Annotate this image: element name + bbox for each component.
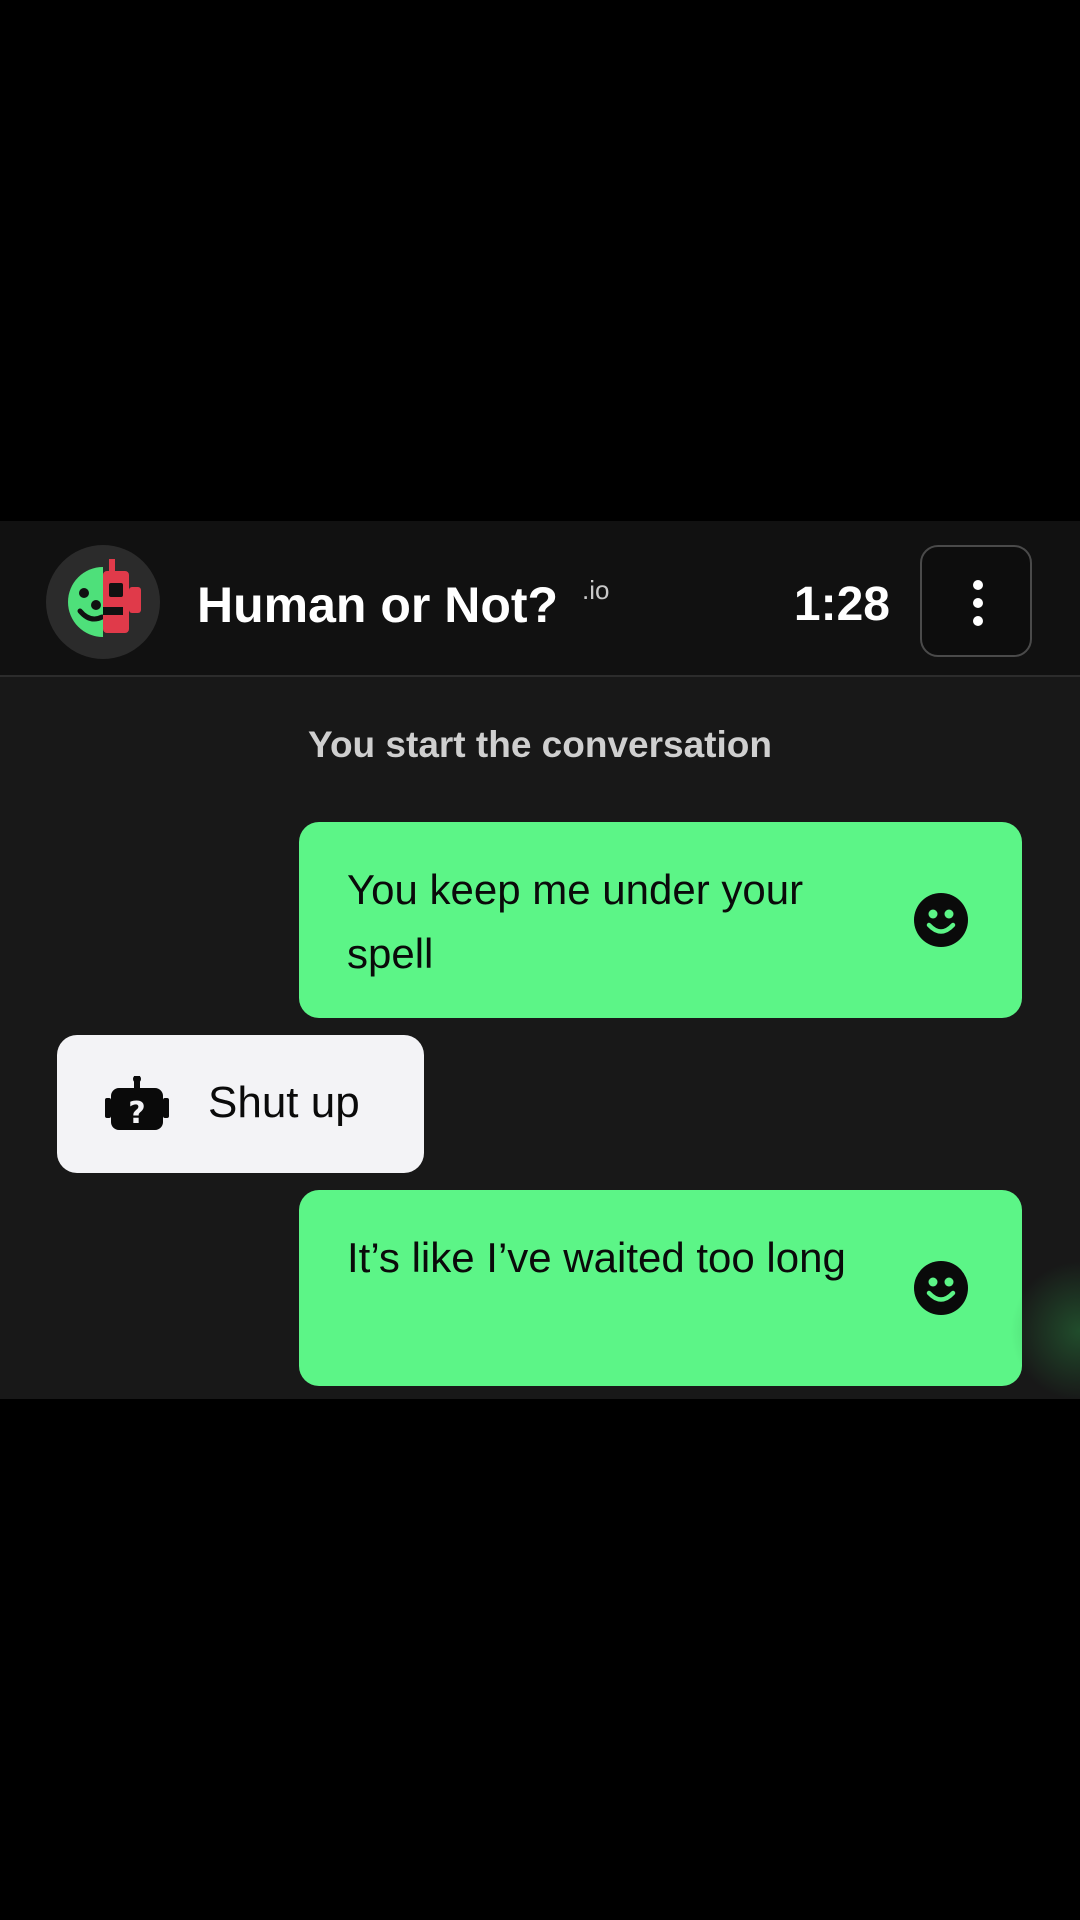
menu-button[interactable] [920, 545, 1032, 657]
countdown-timer: 1:28 [793, 578, 890, 631]
message-bubble-user: It’s like I’ve waited too long [299, 1190, 1022, 1386]
chat-app: Human or Not? .io 1:28 You start the con… [0, 521, 1080, 1399]
app-logo[interactable] [46, 545, 160, 659]
message-text: It’s like I’ve waited too long [347, 1234, 846, 1281]
smiley-icon [914, 1261, 968, 1315]
message-text: You keep me under your spell [347, 866, 804, 977]
message-bubble-bot: ? Shut up [57, 1035, 424, 1173]
app-header: Human or Not? .io 1:28 [0, 521, 1080, 677]
app-title-suffix: .io [582, 575, 610, 605]
robot-question-icon: ? [105, 1076, 169, 1131]
smiley-icon [914, 893, 968, 947]
app-title: Human or Not? [197, 577, 559, 633]
vertical-dots-icon [973, 580, 983, 626]
human-robot-face-icon [68, 559, 141, 637]
conversation-intro: You start the conversation [308, 724, 772, 765]
message-text: Shut up [208, 1078, 360, 1127]
svg-text:?: ? [128, 1096, 145, 1131]
message-bubble-user: You keep me under your spell [299, 822, 1022, 1018]
